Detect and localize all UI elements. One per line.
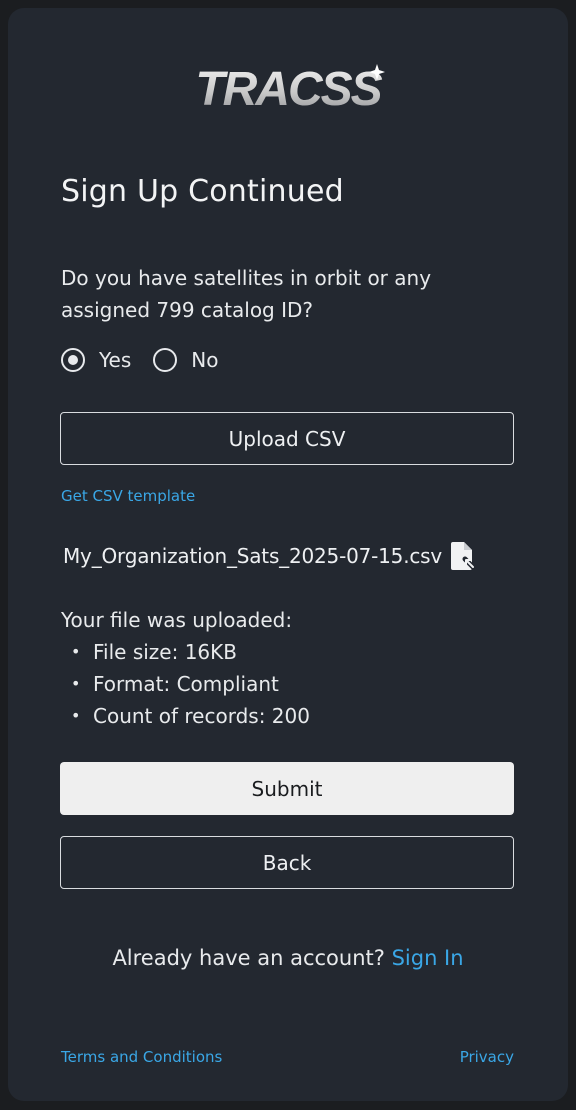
back-button[interactable]: Back [60, 836, 514, 889]
upload-detail-format: Format: Compliant [71, 668, 310, 700]
upload-detail-record-count: Count of records: 200 [71, 700, 310, 732]
radio-checked-icon [61, 348, 85, 372]
uploaded-file-name: My_Organization_Sats_2025-07-15.csv [63, 544, 443, 568]
upload-status: Your file was uploaded: File size: 16KB … [61, 604, 310, 732]
upload-csv-button[interactable]: Upload CSV [60, 412, 514, 465]
tracss-logo: TRACSS [195, 63, 385, 116]
satellite-question: Do you have satellites in orbit or any a… [61, 266, 432, 322]
upload-detail-file-size: File size: 16KB [71, 636, 310, 668]
radio-option-no[interactable]: No [153, 348, 219, 372]
file-icon[interactable] [450, 541, 477, 571]
radio-label-yes: Yes [99, 348, 132, 372]
privacy-link[interactable]: Privacy [460, 1048, 514, 1066]
page-title: Sign Up Continued [61, 174, 344, 209]
upload-status-heading: Your file was uploaded: [61, 608, 293, 632]
uploaded-file-row: My_Organization_Sats_2025-07-15.csv [63, 541, 477, 571]
signin-prompt-row: Already have an account? Sign In [8, 946, 568, 970]
signup-card: TRACSS Sign Up Continued Do you have sat… [8, 8, 568, 1101]
satellite-radio-group: Yes No [61, 348, 241, 372]
signin-prompt-text: Already have an account? [112, 946, 392, 970]
upload-details-list: File size: 16KB Format: Compliant Count … [61, 636, 310, 732]
radio-unchecked-icon [153, 348, 178, 372]
svg-text:TRACSS: TRACSS [195, 63, 382, 116]
terms-and-conditions-link[interactable]: Terms and Conditions [61, 1048, 222, 1066]
radio-label-no: No [191, 348, 219, 372]
radio-option-yes[interactable]: Yes [61, 348, 131, 372]
submit-button[interactable]: Submit [60, 762, 514, 815]
sign-in-link[interactable]: Sign In [392, 946, 464, 970]
get-csv-template-link[interactable]: Get CSV template [61, 487, 195, 505]
